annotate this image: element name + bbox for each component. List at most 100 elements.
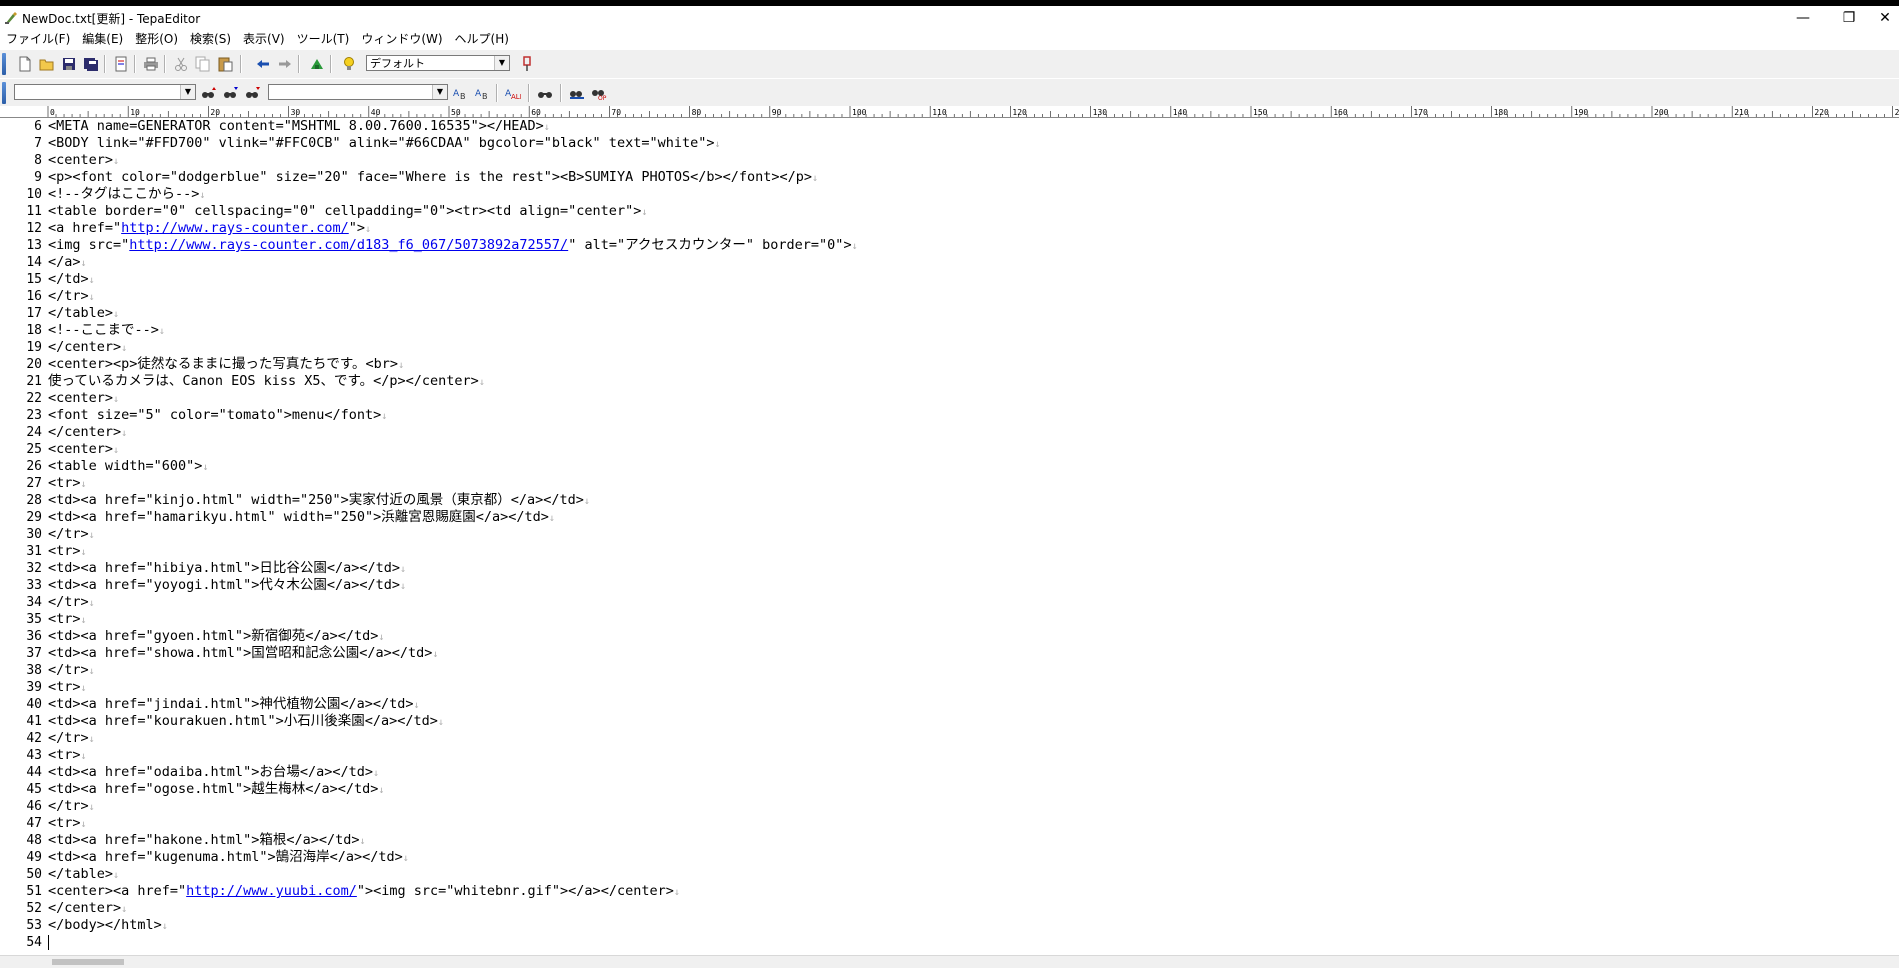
find-all-icon[interactable] [244,84,262,102]
cut-icon[interactable] [172,55,190,73]
toolbar-grip[interactable] [2,82,6,104]
menu-search[interactable]: 検索(S) [184,30,237,47]
style-combo[interactable]: デフォルト ▼ [366,55,510,71]
editor-line[interactable]: 15 </td>↓ [0,271,1899,288]
editor-line[interactable]: 46 </tr>↓ [0,798,1899,815]
menu-view[interactable]: 表示(V) [237,30,291,47]
line-text[interactable]: </table>↓ [48,866,119,884]
save-all-icon[interactable] [82,55,100,73]
menu-format[interactable]: 整形(O) [129,30,184,47]
editor-line[interactable]: 52 </center>↓ [0,900,1899,917]
editor-lines[interactable]: 6 <META name=GENERATOR content="MSHTML 8.… [0,118,1899,951]
editor-line[interactable]: 44 <td><a href="odaiba.html">お台場</a></td>… [0,764,1899,781]
line-text[interactable]: <font size="5" color="tomato">menu</font… [48,407,387,425]
editor-line[interactable]: 37 <td><a href="showa.html">国営昭和記念公園</a><… [0,645,1899,662]
line-text[interactable]: </tr>↓ [48,662,95,680]
line-text[interactable]: <center><a href="http://www.yuubi.com/">… [48,883,680,901]
line-text[interactable]: </body></html>↓ [48,917,168,935]
editor-line[interactable]: 31 <tr>↓ [0,543,1899,560]
undo-arrow-icon[interactable] [254,55,272,73]
line-text[interactable]: <td><a href="yoyogi.html">代々木公園</a></td>… [48,577,406,595]
line-text[interactable]: <tr>↓ [48,543,87,561]
line-text[interactable]: </center>↓ [48,424,127,442]
editor-line[interactable]: 8 <center>↓ [0,152,1899,169]
line-text[interactable]: <td><a href="ogose.html">越生梅林</a></td>↓ [48,781,384,799]
editor-line[interactable]: 49 <td><a href="kugenuma.html">鵠沼海岸</a></… [0,849,1899,866]
grep-icon[interactable] [568,84,586,102]
line-text[interactable]: <META name=GENERATOR content="MSHTML 8.0… [48,118,550,136]
line-text[interactable]: <img src="http://www.rays-counter.com/d1… [48,237,858,255]
binoculars-icon[interactable] [536,84,554,102]
line-text[interactable]: <td><a href="jindai.html">神代植物公園</a></td… [48,696,420,714]
editor-line[interactable]: 23 <font size="5" color="tomato">menu</fo… [0,407,1899,424]
line-text[interactable]: <td><a href="gyoen.html">新宿御苑</a></td>↓ [48,628,384,646]
editor-line[interactable]: 17 </table>↓ [0,305,1899,322]
line-text[interactable]: <!--ここまで-->↓ [48,322,165,340]
editor-line[interactable]: 42 </tr>↓ [0,730,1899,747]
line-text[interactable]: 使っているカメラは、Canon EOS kiss X5、です。</p></cen… [48,373,485,391]
line-text[interactable]: <td><a href="hakone.html">箱根</a></td>↓ [48,832,366,850]
menu-help[interactable]: ヘルプ(H) [449,30,515,47]
line-text[interactable]: <td><a href="hibiya.html">日比谷公園</a></td>… [48,560,406,578]
editor-line[interactable]: 50 </table>↓ [0,866,1899,883]
editor-line[interactable]: 32 <td><a href="hibiya.html">日比谷公園</a></t… [0,560,1899,577]
style-settings-icon[interactable] [518,55,536,73]
find-next-icon[interactable] [200,84,218,102]
url-link[interactable]: http://www.rays-counter.com/ [121,220,349,236]
line-text[interactable]: </td>↓ [48,271,95,289]
line-text[interactable]: <tr>↓ [48,815,87,833]
close-button[interactable]: ✕ [1862,6,1899,30]
scrollbar-thumb[interactable] [52,959,124,965]
editor-line[interactable]: 27 <tr>↓ [0,475,1899,492]
minimize-button[interactable]: — [1780,6,1826,30]
copy-icon[interactable] [194,55,212,73]
new-file-icon[interactable] [16,55,34,73]
editor-line[interactable]: 12 <a href="http://www.rays-counter.com/"… [0,220,1899,237]
paste-icon[interactable] [216,55,234,73]
line-text[interactable]: <table width="600">↓ [48,458,208,476]
editor-line[interactable]: 28 <td><a href="kinjo.html" width="250">実… [0,492,1899,509]
editor-line[interactable]: 53 </body></html>↓ [0,917,1899,934]
line-text[interactable]: </tr>↓ [48,730,95,748]
editor-line[interactable]: 34 </tr>↓ [0,594,1899,611]
editor-line[interactable]: 40 <td><a href="jindai.html">神代植物公園</a></… [0,696,1899,713]
editor-line[interactable]: 20 <center><p>徒然なるままに撮った写真たちです。<br>↓ [0,356,1899,373]
line-text[interactable]: </tr>↓ [48,594,95,612]
editor-line[interactable]: 19 </center>↓ [0,339,1899,356]
toolbar-grip[interactable] [2,53,6,75]
line-text[interactable]: <p><font color="dodgerblue" size="20" fa… [48,169,818,187]
editor-line[interactable]: 6 <META name=GENERATOR content="MSHTML 8.… [0,118,1899,135]
print-icon[interactable] [142,55,160,73]
line-text[interactable]: </table>↓ [48,305,119,323]
text-editor[interactable]: 6 <META name=GENERATOR content="MSHTML 8.… [0,118,1899,954]
redo-arrow-icon[interactable] [276,55,294,73]
editor-line[interactable]: 43 <tr>↓ [0,747,1899,764]
editor-line[interactable]: 22 <center>↓ [0,390,1899,407]
search-combo[interactable]: ▼ [14,84,196,100]
line-text[interactable]: <td><a href="kinjo.html" width="250">実家付… [48,492,590,510]
line-text[interactable]: </tr>↓ [48,526,95,544]
editor-line[interactable]: 38 </tr>↓ [0,662,1899,679]
line-text[interactable]: </tr>↓ [48,798,95,816]
line-text[interactable]: <table border="0" cellspacing="0" cellpa… [48,203,647,221]
menu-window[interactable]: ウィンドウ(W) [355,30,448,47]
editor-line[interactable]: 35 <tr>↓ [0,611,1899,628]
editor-line[interactable]: 54 [0,934,1899,951]
line-text[interactable]: <center><p>徒然なるままに撮った写真たちです。<br>↓ [48,356,404,374]
editor-line[interactable]: 21 使っているカメラは、Canon EOS kiss X5、です。</p></c… [0,373,1899,390]
line-text[interactable]: <!--タグはここから-->↓ [48,186,205,204]
menu-tools[interactable]: ツール(T) [291,30,356,47]
line-text[interactable]: <tr>↓ [48,475,87,493]
replace-combo[interactable]: ▼ [268,84,448,100]
editor-line[interactable]: 16 </tr>↓ [0,288,1899,305]
editor-line[interactable]: 30 </tr>↓ [0,526,1899,543]
editor-line[interactable]: 41 <td><a href="kourakuen.html">小石川後楽園</a… [0,713,1899,730]
line-text[interactable]: </center>↓ [48,900,127,918]
line-text[interactable]: <td><a href="hamarikyu.html" width="250"… [48,509,555,527]
menu-edit[interactable]: 編集(E) [76,30,129,47]
save-icon[interactable] [60,55,78,73]
line-text[interactable]: </tr>↓ [48,288,95,306]
lightbulb-icon[interactable] [340,55,358,73]
replace-next-icon[interactable]: AB [452,84,470,102]
editor-line[interactable]: 36 <td><a href="gyoen.html">新宿御苑</a></td>… [0,628,1899,645]
